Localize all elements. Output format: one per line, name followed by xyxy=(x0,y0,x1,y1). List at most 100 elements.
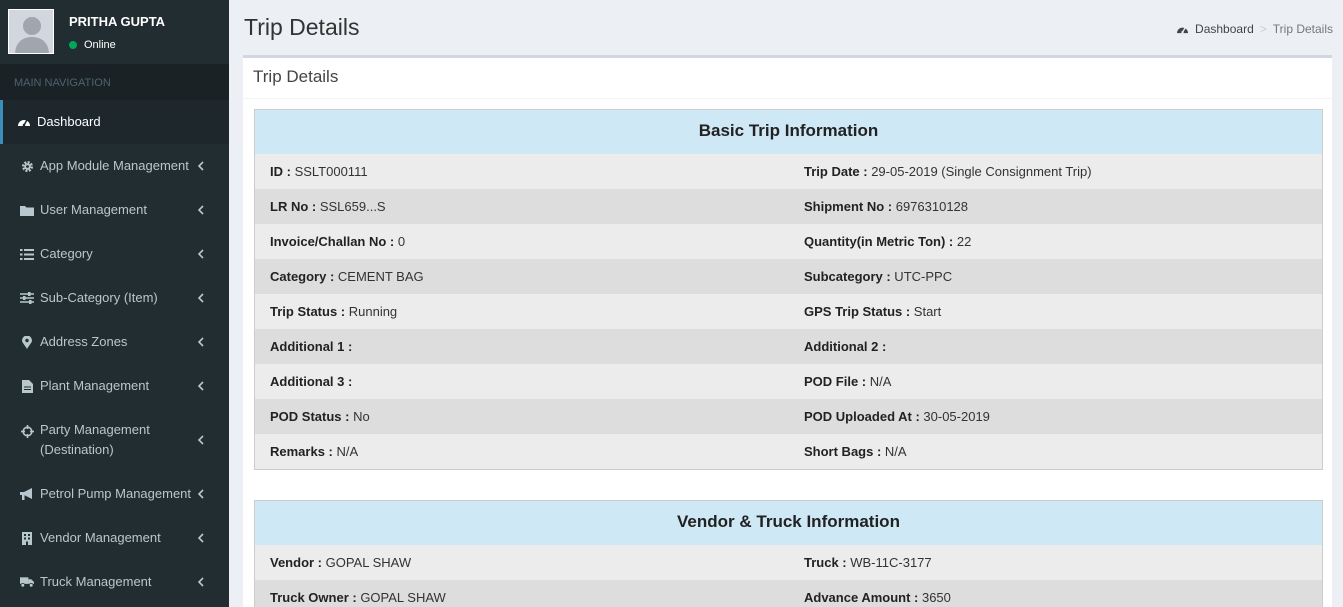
field-label: Truck Owner : xyxy=(270,590,357,605)
field-value: N/A xyxy=(866,374,892,389)
chevron-left-icon xyxy=(197,435,204,445)
panel-title: Vendor & Truck Information xyxy=(255,501,1322,545)
table-row: Truck Owner : GOPAL SHAW Advance Amount … xyxy=(255,580,1322,607)
sidebar-item-vendor-management[interactable]: Vendor Management xyxy=(0,516,229,560)
user-panel: PRITHA GUPTA Online xyxy=(0,0,229,64)
breadcrumb-separator: > xyxy=(1259,22,1267,36)
sidebar-item-label: User Management xyxy=(40,202,147,217)
gear-icon xyxy=(20,159,34,173)
field-value: 0 xyxy=(394,234,406,249)
sidebar-item-truck-management[interactable]: Truck Management xyxy=(0,560,229,604)
field-label: Advance Amount : xyxy=(804,590,919,605)
sliders-icon xyxy=(20,291,34,305)
breadcrumb-current: Trip Details xyxy=(1272,22,1333,36)
field-label: POD Status : xyxy=(270,409,350,424)
sidebar-item-category[interactable]: Category xyxy=(0,232,229,276)
sidebar-item-label: Petrol Pump Management xyxy=(40,486,192,501)
sidebar-item-label: Vendor Management xyxy=(40,530,161,545)
user-silhouette-icon xyxy=(9,10,53,53)
info-cell: Additional 2 : xyxy=(789,339,886,354)
field-label: Additional 2 : xyxy=(804,339,887,354)
field-label: Additional 3 : xyxy=(270,374,353,389)
field-value: 30-05-2019 xyxy=(919,409,990,424)
field-label: Remarks : xyxy=(270,444,333,459)
info-cell: GPS Trip Status : Start xyxy=(789,304,941,319)
info-cell: Vendor : GOPAL SHAW xyxy=(255,555,789,570)
field-label: POD Uploaded At : xyxy=(804,409,920,424)
sidebar-item-dashboard[interactable]: Dashboard xyxy=(0,100,229,144)
sidebar-item-user-management[interactable]: User Management xyxy=(0,188,229,232)
field-value: 3650 xyxy=(918,590,951,605)
chevron-left-icon xyxy=(197,577,204,587)
building-icon xyxy=(20,531,34,545)
field-label: Invoice/Challan No : xyxy=(270,234,395,249)
field-value: CEMENT BAG xyxy=(334,269,424,284)
nav-header: MAIN NAVIGATION xyxy=(0,64,229,100)
table-row: LR No : SSL659...S Shipment No : 6976310… xyxy=(255,189,1322,224)
vendor-truck-information-panel: Vendor & Truck Information Vendor : GOPA… xyxy=(254,500,1323,607)
info-cell: Additional 3 : xyxy=(255,374,789,389)
sidebar-item-party-management[interactable]: Party Management (Destination) xyxy=(0,408,229,472)
info-cell: Shipment No : 6976310128 xyxy=(789,199,968,214)
info-cell: Short Bags : N/A xyxy=(789,444,907,459)
info-cell: Category : CEMENT BAG xyxy=(255,269,789,284)
table-row: ID : SSLT000111 Trip Date : 29-05-2019 (… xyxy=(255,154,1322,189)
field-value: N/A xyxy=(881,444,907,459)
content-area: Trip Details Dashboard > Trip Details Tr… xyxy=(229,0,1343,607)
info-cell: POD Status : No xyxy=(255,409,789,424)
field-value: 29-05-2019 (Single Consignment Trip) xyxy=(867,164,1092,179)
sidebar-item-sub-category[interactable]: Sub-Category (Item) xyxy=(0,276,229,320)
table-row: Additional 3 : POD File : N/A xyxy=(255,364,1322,399)
info-cell: Invoice/Challan No : 0 xyxy=(255,234,789,249)
sidebar-item-label: Address Zones xyxy=(40,334,128,349)
user-status: Online xyxy=(69,39,116,51)
field-label: Quantity(in Metric Ton) : xyxy=(804,234,954,249)
info-cell: ID : SSLT000111 xyxy=(255,164,789,179)
table-row: Category : CEMENT BAG Subcategory : UTC-… xyxy=(255,259,1322,294)
table-row: Trip Status : Running GPS Trip Status : … xyxy=(255,294,1322,329)
avatar[interactable] xyxy=(8,9,54,54)
field-label: Vendor : xyxy=(270,555,323,570)
info-cell: Subcategory : UTC-PPC xyxy=(789,269,952,284)
field-value: SSLT000111 xyxy=(290,164,368,179)
field-value: GOPAL SHAW xyxy=(322,555,412,570)
sidebar-item-address-zones[interactable]: Address Zones xyxy=(0,320,229,364)
file-icon xyxy=(20,379,34,393)
table-row: Additional 1 : Additional 2 : xyxy=(255,329,1322,364)
field-label: POD File : xyxy=(804,374,867,389)
folder-icon xyxy=(20,203,34,217)
field-value: N/A xyxy=(332,444,359,459)
crosshairs-icon xyxy=(20,424,34,438)
breadcrumb-home-link[interactable]: Dashboard xyxy=(1195,22,1254,36)
truck-icon xyxy=(20,575,34,589)
sidebar-item-label: Plant Management xyxy=(40,378,150,393)
info-cell: Quantity(in Metric Ton) : 22 xyxy=(789,234,971,249)
breadcrumb: Dashboard > Trip Details xyxy=(1176,22,1333,36)
info-cell: Remarks : N/A xyxy=(255,444,789,459)
box-title: Trip Details xyxy=(243,58,1332,99)
info-cell: POD File : N/A xyxy=(789,374,891,389)
chevron-left-icon xyxy=(197,381,204,391)
field-label: Truck : xyxy=(804,555,847,570)
info-cell: Truck : WB-11C-3177 xyxy=(789,555,932,570)
page-title: Trip Details xyxy=(244,14,360,40)
sidebar-item-label: Party Management (Destination) xyxy=(40,420,150,460)
field-value: Running xyxy=(345,304,398,319)
table-row: Invoice/Challan No : 0 Quantity(in Metri… xyxy=(255,224,1322,259)
chevron-left-icon xyxy=(197,205,204,215)
sidebar-item-petrol-pump-management[interactable]: Petrol Pump Management xyxy=(0,472,229,516)
field-label: Additional 1 : xyxy=(270,339,353,354)
chevron-left-icon xyxy=(197,489,204,499)
sidebar-item-label: Category xyxy=(40,246,93,261)
chevron-left-icon xyxy=(197,249,204,259)
table-row: Remarks : N/A Short Bags : N/A xyxy=(255,434,1322,469)
sidebar-item-label: Truck Management xyxy=(40,574,152,589)
sidebar-item-app-module-management[interactable]: App Module Management xyxy=(0,144,229,188)
sidebar-item-plant-management[interactable]: Plant Management xyxy=(0,364,229,408)
sidebar: PRITHA GUPTA Online MAIN NAVIGATION Dash… xyxy=(0,0,229,607)
field-value: GOPAL SHAW xyxy=(356,590,446,605)
field-label: LR No : xyxy=(270,199,317,214)
table-row: Vendor : GOPAL SHAW Truck : WB-11C-3177 xyxy=(255,545,1322,580)
info-cell: Additional 1 : xyxy=(255,339,789,354)
field-label: Short Bags : xyxy=(804,444,882,459)
